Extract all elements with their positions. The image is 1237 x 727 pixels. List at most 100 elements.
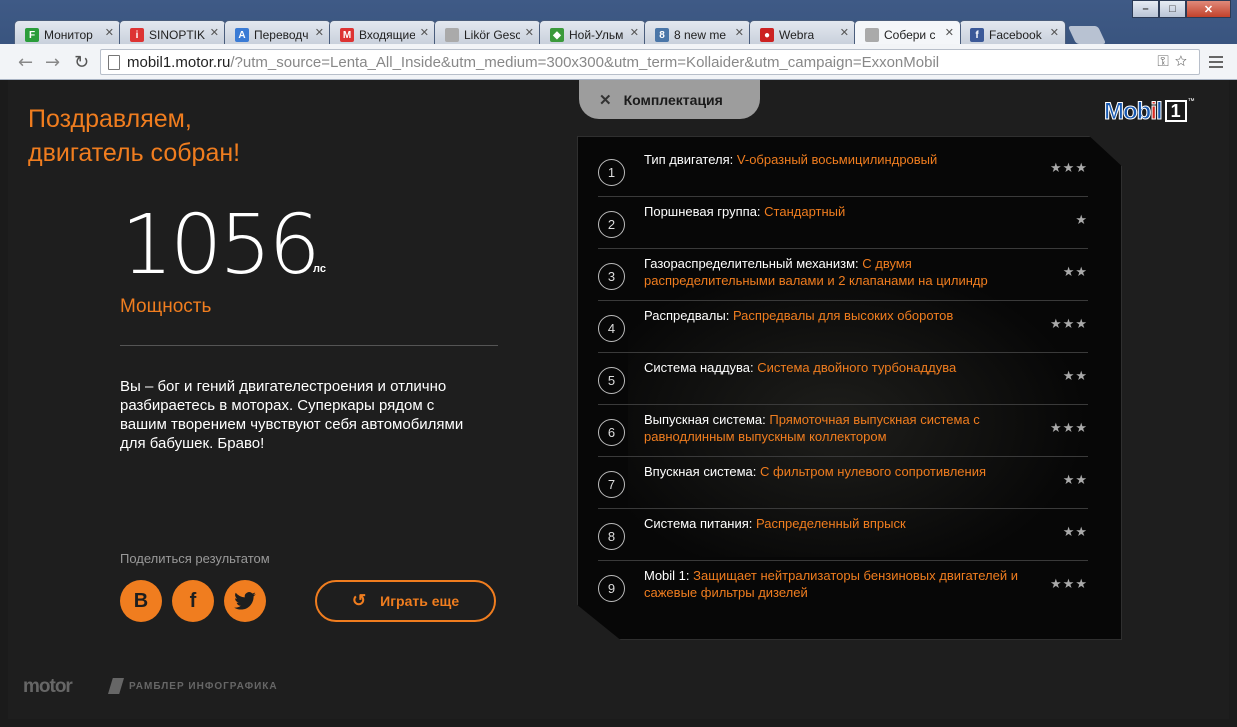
- row-text: Поршневая группа: Стандартный: [644, 203, 1024, 220]
- mobil-one-mark: 1: [1164, 100, 1187, 122]
- mobil1-logo[interactable]: Mobil 1 ™: [1104, 98, 1195, 126]
- motor-logo[interactable]: motor: [23, 676, 73, 698]
- row-label: Поршневая группа:: [644, 204, 761, 219]
- browser-tab[interactable]: ● Webra ✕: [749, 20, 856, 44]
- tab-favicon-icon: A: [235, 28, 249, 42]
- row-value: V-образный восьмицилиндровый: [736, 152, 938, 167]
- rating-stars-icon: ★★★: [1050, 577, 1088, 592]
- row-label: Система питания:: [644, 516, 753, 531]
- configuration-toggle[interactable]: ✕ Комплектация: [579, 80, 760, 119]
- power-value: 1056: [121, 198, 321, 293]
- heading-line-1: Поздравляем,: [28, 105, 192, 133]
- browser-tab[interactable]: Собери с ✕: [854, 20, 961, 44]
- page-content: Поздравляем, двигатель собран! 1056 лс М…: [8, 80, 1229, 719]
- tab-close-icon[interactable]: ✕: [1050, 26, 1059, 39]
- tab-favicon-icon: [865, 28, 879, 42]
- tab-favicon-icon: 8: [655, 28, 669, 42]
- tab-close-icon[interactable]: ✕: [315, 26, 324, 39]
- browser-tab[interactable]: i SINOPTIK ✕: [119, 20, 226, 44]
- row-number: 9: [598, 575, 625, 602]
- tab-close-icon[interactable]: ✕: [210, 26, 219, 39]
- page-icon: [108, 55, 120, 70]
- tab-favicon-icon: i: [130, 28, 144, 42]
- configuration-row: 8 Система питания: Распределенный впрыск ★…: [598, 509, 1088, 561]
- rating-stars-icon: ★★★: [1050, 421, 1088, 436]
- tab-favicon-icon: M: [340, 28, 354, 42]
- twitter-icon: [234, 592, 256, 610]
- rating-stars-icon: ★★: [1062, 265, 1088, 280]
- row-text: Распредвалы: Распредвалы для высоких обо…: [644, 307, 1024, 324]
- row-text: Mobil 1: Защищает нейтрализаторы бензино…: [644, 567, 1024, 601]
- tab-close-icon[interactable]: ✕: [945, 26, 954, 39]
- vk-share-button[interactable]: В: [120, 580, 162, 622]
- row-value: Защищает нейтрализаторы бензиновых двига…: [644, 568, 1018, 600]
- tab-label: Facebook: [989, 28, 1042, 42]
- browser-chrome: F Монитор ✕ i SINOPTIK ✕ A Переводч ✕ M Входящие ✕ L…: [0, 0, 1237, 80]
- tab-close-icon[interactable]: ✕: [525, 26, 534, 39]
- browser-tab[interactable]: f Facebook ✕: [959, 20, 1066, 44]
- replay-icon: ↺: [351, 591, 367, 610]
- configuration-row: 6 Выпускная система: Прямоточная выпускна…: [598, 405, 1088, 457]
- row-value: Распределенный впрыск: [756, 516, 906, 531]
- tab-label: 8 new me: [674, 28, 727, 42]
- toolbar: ← → ↻ mobil1.motor.ru/?utm_source=Lenta_…: [0, 44, 1237, 80]
- tab-close-icon[interactable]: ✕: [105, 26, 114, 39]
- row-label: Газораспределительный механизм:: [644, 256, 859, 271]
- row-text: Тип двигателя: V-образный восьмицилиндро…: [644, 151, 1024, 168]
- reload-icon[interactable]: ↻: [74, 52, 89, 73]
- maximize-button[interactable]: □: [1159, 0, 1186, 18]
- tab-favicon-icon: ●: [760, 28, 774, 42]
- tab-label: Входящие: [359, 28, 415, 42]
- play-again-button[interactable]: ↺ Играть еще: [315, 580, 496, 622]
- row-value: С фильтром нулевого сопротивления: [760, 464, 987, 479]
- tab-label: Собери с: [884, 28, 936, 42]
- rambler-logo-text: РАМБЛЕР ИНФОГРАФИКА: [129, 680, 278, 692]
- new-tab-button[interactable]: [1067, 26, 1107, 44]
- row-number: 5: [598, 367, 625, 394]
- facebook-share-button[interactable]: f: [172, 580, 214, 622]
- minimize-button[interactable]: –: [1132, 0, 1159, 18]
- back-icon[interactable]: ←: [18, 52, 33, 73]
- bookmark-star-icon[interactable]: ⚿☆: [1157, 53, 1193, 70]
- configuration-row: 9 Mobil 1: Защищает нейтрализаторы бензин…: [598, 561, 1088, 613]
- configuration-row: 3 Газораспределительный механизм: С двумя…: [598, 249, 1088, 301]
- address-bar[interactable]: mobil1.motor.ru/?utm_source=Lenta_All_In…: [100, 49, 1200, 75]
- rating-stars-icon: ★★: [1062, 525, 1088, 540]
- tab-close-icon[interactable]: ✕: [840, 26, 849, 39]
- trademark-mark: ™: [1187, 98, 1195, 105]
- row-number: 8: [598, 523, 625, 550]
- row-number: 1: [598, 159, 625, 186]
- rating-stars-icon: ★: [1075, 213, 1088, 228]
- row-text: Газораспределительный механизм: С двумя …: [644, 255, 1024, 289]
- tab-close-icon[interactable]: ✕: [735, 26, 744, 39]
- browser-tab[interactable]: Likör Gesc ✕: [434, 20, 541, 44]
- browser-tab[interactable]: A Переводч ✕: [224, 20, 331, 44]
- heading-line-2: двигатель собран!: [28, 139, 241, 167]
- tab-favicon-icon: f: [970, 28, 984, 42]
- configuration-row: 1 Тип двигателя: V-образный восьмицилиндр…: [598, 145, 1088, 197]
- result-heading: Поздравляем, двигатель собран!: [28, 102, 240, 170]
- configuration-row: 2 Поршневая группа: Стандартный ★: [598, 197, 1088, 249]
- browser-tab[interactable]: M Входящие ✕: [329, 20, 436, 44]
- tab-close-icon[interactable]: ✕: [420, 26, 429, 39]
- rambler-infographics-logo[interactable]: РАМБЛЕР ИНФОГРАФИКА: [108, 678, 278, 694]
- browser-tab[interactable]: F Монитор ✕: [14, 20, 121, 44]
- menu-icon[interactable]: [1209, 56, 1223, 68]
- browser-tab[interactable]: ◆ Ной-Ульм ✕: [539, 20, 646, 44]
- twitter-share-button[interactable]: [224, 580, 266, 622]
- tab-close-icon[interactable]: ✕: [630, 26, 639, 39]
- browser-tab[interactable]: 8 8 new me ✕: [644, 20, 751, 44]
- row-text: Впускная система: С фильтром нулевого со…: [644, 463, 1024, 480]
- row-label: Выпускная система:: [644, 412, 766, 427]
- configuration-label: Комплектация: [623, 91, 723, 108]
- tab-label: Ной-Ульм: [569, 28, 624, 42]
- share-label: Поделиться результатом: [120, 551, 270, 566]
- tab-label: Монитор: [44, 28, 93, 42]
- power-label: Мощность: [120, 296, 212, 317]
- forward-icon[interactable]: →: [45, 52, 60, 73]
- row-label: Система наддува:: [644, 360, 754, 375]
- row-text: Система питания: Распределенный впрыск: [644, 515, 1024, 532]
- row-number: 3: [598, 263, 625, 290]
- close-window-button[interactable]: ✕: [1186, 0, 1231, 18]
- configuration-row: 5 Система наддува: Система двойного турбо…: [598, 353, 1088, 405]
